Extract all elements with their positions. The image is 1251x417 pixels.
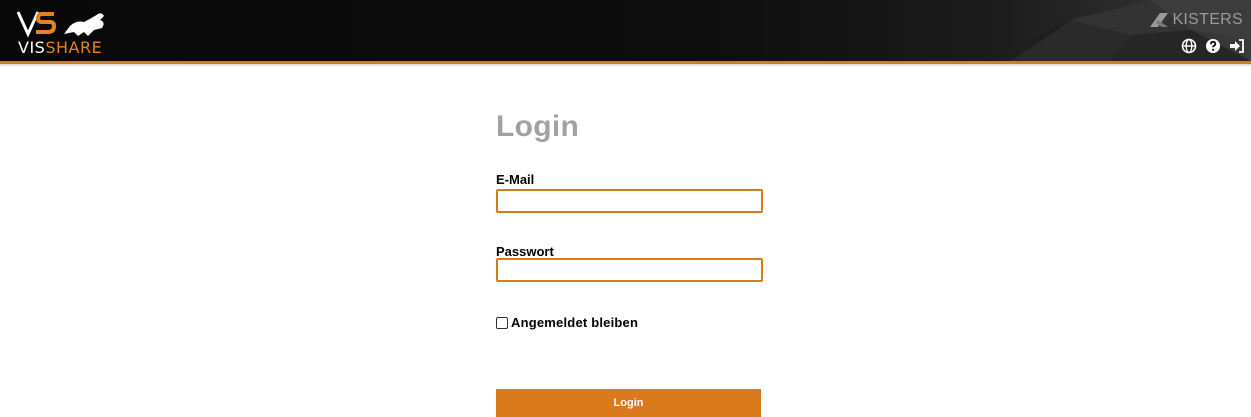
email-field[interactable]	[496, 189, 763, 213]
logo-text-white: VIS	[18, 38, 46, 57]
sign-in-icon[interactable]	[1229, 38, 1245, 54]
remember-me-checkbox[interactable]	[496, 316, 508, 329]
help-icon[interactable]	[1205, 38, 1221, 54]
header-shadow	[0, 64, 1251, 67]
brand-name: KISTERS	[1172, 11, 1243, 28]
password-label: Passwort	[496, 244, 554, 259]
app-header: VISSHARE KISTERS	[0, 0, 1251, 61]
email-label: E-Mail	[496, 172, 535, 187]
logo-wordmark: VISSHARE	[18, 38, 102, 57]
remember-me-row[interactable]: Angemeldet bleiben	[496, 315, 638, 330]
header-actions	[1181, 38, 1245, 54]
kisters-brand: KISTERS	[1150, 11, 1243, 29]
vs-logo-mark-icon	[16, 11, 104, 38]
kisters-logo-icon	[1150, 13, 1169, 27]
page-title: Login	[496, 110, 580, 143]
language-globe-icon[interactable]	[1181, 38, 1197, 54]
remember-me-label[interactable]: Angemeldet bleiben	[511, 315, 638, 330]
password-field[interactable]	[496, 258, 763, 282]
login-button[interactable]: Login	[496, 389, 761, 417]
logo-text-accent: SHARE	[45, 38, 103, 57]
